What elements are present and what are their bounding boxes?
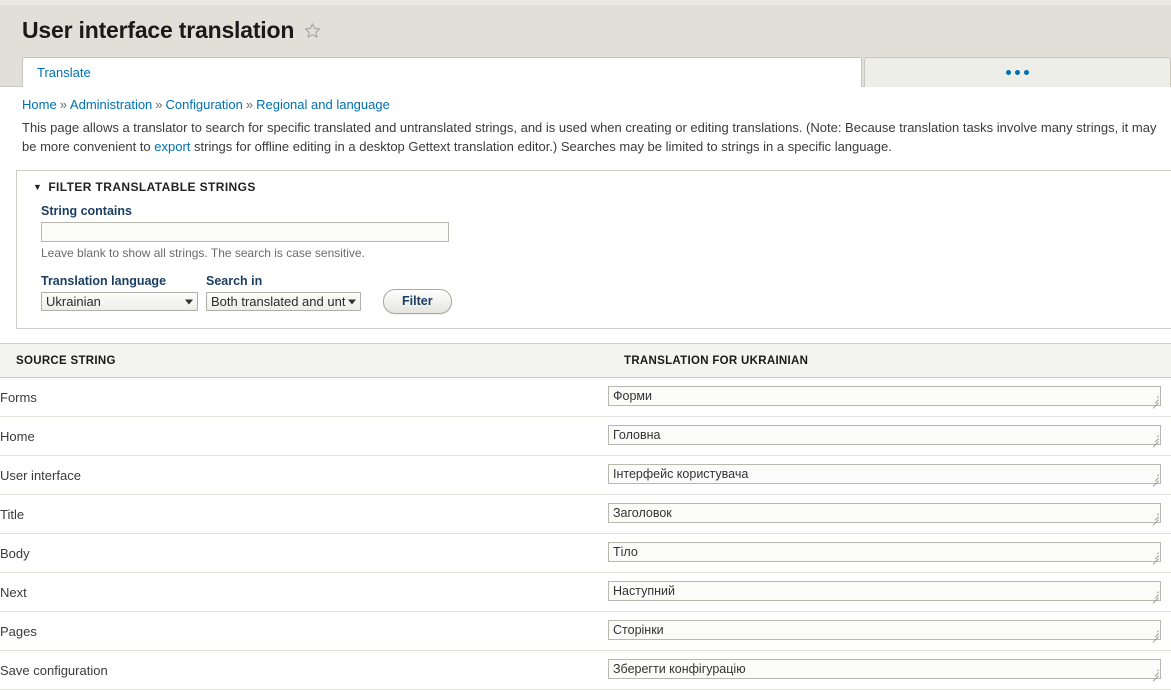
table-row: Next: [0, 572, 1171, 612]
filter-fieldset-legend-label: FILTER TRANSLATABLE STRINGS: [48, 180, 256, 194]
breadcrumb-item-administration[interactable]: Administration: [70, 97, 152, 112]
translation-table: SOURCE STRING TRANSLATION FOR UKRAINIAN …: [0, 343, 1171, 690]
breadcrumb-item-regional-and-language[interactable]: Regional and language: [256, 97, 390, 112]
page-description-part2: strings for offline editing in a desktop…: [190, 139, 892, 154]
translation-language-select[interactable]: Ukrainian: [41, 292, 198, 311]
translation-textarea-wrap: [608, 580, 1161, 604]
breadcrumb: Home» Administration» Configuration» Region…: [0, 87, 1171, 112]
source-string-cell: Forms: [0, 377, 608, 417]
translation-language-select-wrap: Ukrainian: [41, 292, 198, 311]
translation-textarea[interactable]: [608, 463, 1161, 484]
breadcrumb-item-home[interactable]: Home: [22, 97, 57, 112]
translation-cell: [608, 416, 1171, 456]
source-string-cell: Save configuration: [0, 650, 608, 690]
translation-textarea-wrap: [608, 658, 1161, 682]
main-content: Home» Administration» Configuration» Region…: [0, 87, 1171, 690]
translation-textarea[interactable]: [608, 658, 1161, 679]
translation-textarea-wrap: [608, 502, 1161, 526]
translation-textarea-wrap: [608, 424, 1161, 448]
translation-cell: [608, 650, 1171, 690]
tab-translate[interactable]: Translate: [22, 57, 862, 87]
tab-overflow-button[interactable]: [864, 57, 1171, 87]
translation-textarea[interactable]: [608, 619, 1161, 640]
translation-textarea[interactable]: [608, 385, 1161, 406]
translation-table-body: FormsHomeUser interfaceTitleBodyNextPage…: [0, 377, 1171, 690]
translation-cell: [608, 455, 1171, 495]
filter-controls-row: Translation language Ukrainian Search in…: [41, 274, 1171, 314]
breadcrumb-separator: »: [245, 97, 254, 112]
source-string-cell: Body: [0, 533, 608, 573]
translation-language-group: Translation language Ukrainian: [41, 274, 198, 314]
string-contains-label: String contains: [41, 204, 132, 218]
translation-cell: [608, 377, 1171, 417]
page-title-row: User interface translation: [0, 5, 1171, 56]
export-link[interactable]: export: [154, 139, 190, 154]
string-contains-input[interactable]: [41, 222, 449, 242]
translation-language-label: Translation language: [41, 274, 167, 288]
table-row: Title: [0, 494, 1171, 534]
search-in-label: Search in: [206, 274, 263, 288]
table-row: Home: [0, 416, 1171, 456]
translation-textarea-wrap: [608, 541, 1161, 565]
table-row: Forms: [0, 377, 1171, 417]
translation-textarea-wrap: [608, 385, 1161, 409]
string-contains-help: Leave blank to show all strings. The sea…: [41, 246, 365, 260]
translation-textarea-wrap: [608, 463, 1161, 487]
source-string-cell: User interface: [0, 455, 608, 495]
filter-fieldset-legend[interactable]: ▼ FILTER TRANSLATABLE STRINGS: [17, 171, 1171, 194]
translation-textarea[interactable]: [608, 502, 1161, 523]
tab-bar: Translate: [0, 56, 1171, 87]
column-header-translation: TRANSLATION FOR UKRAINIAN: [608, 343, 1171, 378]
table-row: Body: [0, 533, 1171, 573]
translation-textarea[interactable]: [608, 541, 1161, 562]
column-header-source-string: SOURCE STRING: [0, 343, 608, 378]
translation-textarea[interactable]: [608, 424, 1161, 445]
page-header: User interface translation Translate: [0, 0, 1171, 87]
filter-button[interactable]: Filter: [383, 289, 452, 314]
table-header-row: SOURCE STRING TRANSLATION FOR UKRAINIAN: [0, 343, 1171, 378]
filter-fieldset: ▼ FILTER TRANSLATABLE STRINGS String con…: [16, 170, 1171, 329]
source-string-cell: Title: [0, 494, 608, 534]
translation-cell: [608, 533, 1171, 573]
translation-cell: [608, 494, 1171, 534]
page-description: This page allows a translator to search …: [0, 112, 1171, 156]
page-title: User interface translation: [22, 17, 295, 43]
chevron-down-icon: ▼: [33, 181, 43, 192]
table-row: Save configuration: [0, 650, 1171, 690]
translation-textarea[interactable]: [608, 580, 1161, 601]
source-string-cell: Home: [0, 416, 608, 456]
source-string-cell: Next: [0, 572, 608, 612]
table-row: User interface: [0, 455, 1171, 495]
translation-table-head: SOURCE STRING TRANSLATION FOR UKRAINIAN: [0, 343, 1171, 378]
translation-cell: [608, 572, 1171, 612]
search-in-select-wrap: Both translated and unt: [206, 292, 361, 311]
breadcrumb-item-configuration[interactable]: Configuration: [166, 97, 243, 112]
search-in-select[interactable]: Both translated and unt: [206, 292, 361, 311]
ellipsis-icon: [1006, 70, 1029, 75]
translation-textarea-wrap: [608, 619, 1161, 643]
star-outline-icon[interactable]: [304, 22, 321, 39]
breadcrumb-separator: »: [155, 97, 163, 112]
breadcrumb-separator: »: [59, 97, 67, 112]
search-in-group: Search in Both translated and unt: [206, 274, 361, 314]
filter-fieldset-body: String contains Leave blank to show all …: [17, 194, 1171, 314]
